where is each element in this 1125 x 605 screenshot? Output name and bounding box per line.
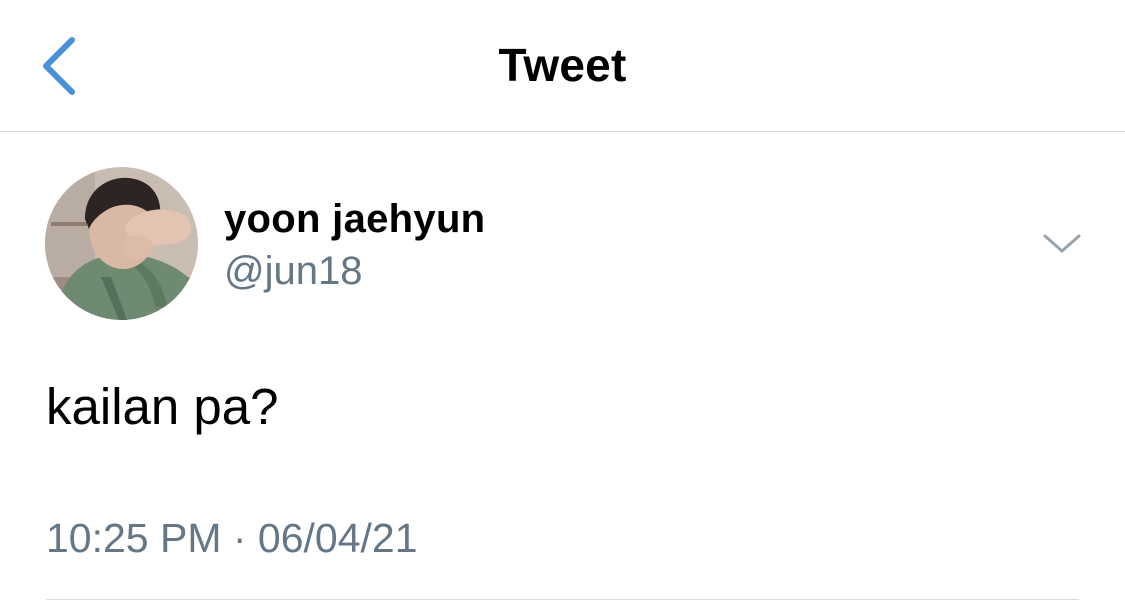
page-title: Tweet <box>498 39 627 91</box>
display-name[interactable]: yoon jaehyun <box>224 197 485 242</box>
tweet-timestamp: 10:25 PM · 06/04/21 <box>46 515 418 561</box>
more-options-button[interactable] <box>1036 224 1088 264</box>
chevron-down-icon <box>1043 234 1081 253</box>
avatar-photo <box>45 167 198 320</box>
user-handle[interactable]: @jun18 <box>224 249 362 294</box>
tweet-detail: yoon jaehyun @jun18 kailan pa? 10:25 PM … <box>0 132 1125 605</box>
divider <box>46 599 1079 600</box>
avatar[interactable] <box>45 167 198 320</box>
navigation-bar: Tweet <box>0 0 1125 132</box>
tweet-text: kailan pa? <box>46 378 279 435</box>
